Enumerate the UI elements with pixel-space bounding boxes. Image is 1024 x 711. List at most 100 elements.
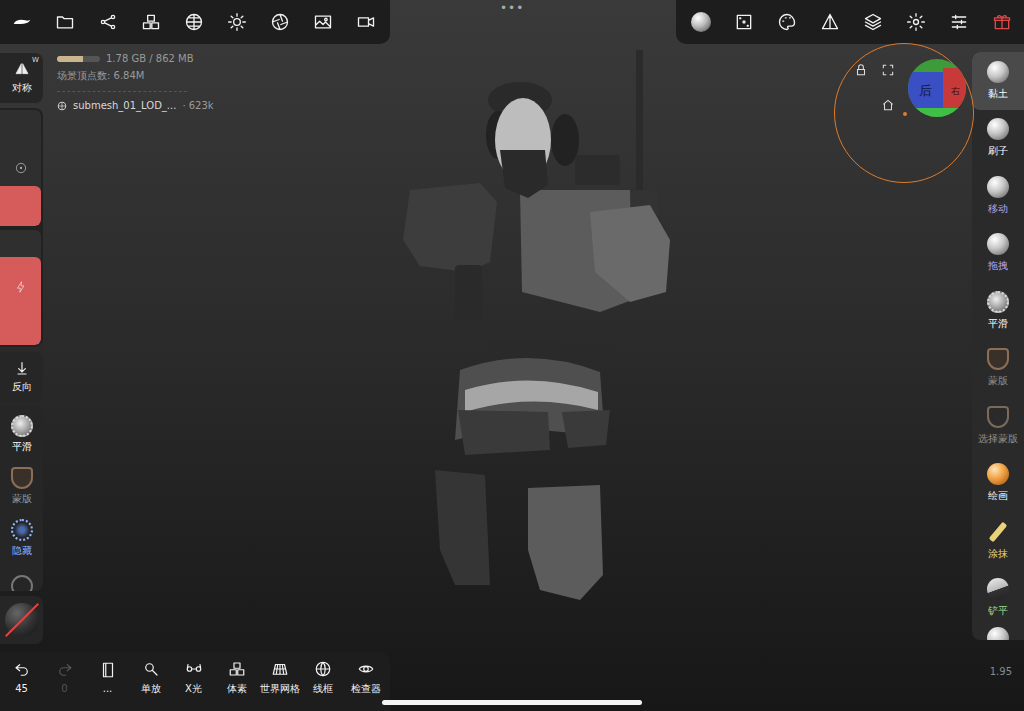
book-icon [99,661,117,679]
topology-icon [184,12,204,32]
symmetry-button[interactable]: 对称W [0,53,43,103]
image-button[interactable] [301,0,344,44]
gizmo-face-label: 后 [919,83,932,98]
inspector-button[interactable]: 检查器 [344,660,387,704]
magnifier-button[interactable]: 单放 [129,660,172,704]
folder-button[interactable] [43,0,86,44]
menu-dots[interactable]: ••• [500,1,524,15]
bottom-label: X光 [185,682,202,696]
glasses-button[interactable]: X光 [172,660,215,704]
nomad-sculpt-screen: •••1.78 GB / 862 MB场景顶点数: 6.84Msubmesh_0… [0,0,1024,711]
palette-button[interactable] [765,0,808,44]
tool-button[interactable]: 移动 [972,167,1024,225]
quick-tool-label: 蒙版 [12,492,32,506]
triangle-button[interactable] [808,0,851,44]
radius-slider[interactable] [0,110,41,226]
hidden-icon [11,519,33,541]
bottom-toolbar: 45 0... 单放 X光体素世界网格线框检查器 [0,652,390,711]
tool-button[interactable]: 拖拽 [972,225,1024,283]
undo-button[interactable]: 45 [0,661,43,702]
camera-aperture-icon [270,12,290,32]
material-sphere-icon [691,12,711,32]
orientation-cube[interactable]: 后右 [907,58,967,118]
radius-fill [0,186,41,225]
gear-button[interactable] [894,0,937,44]
layers-button[interactable] [851,0,894,44]
tool-button[interactable]: 平滑 [972,282,1024,340]
lock-icon[interactable] [854,63,868,77]
home-icon[interactable] [881,98,895,112]
material-toggle[interactable] [0,596,43,644]
voxel-button[interactable]: 体素 [215,660,258,704]
world-grid-icon [271,660,289,678]
tool-label: 选择蒙版 [978,432,1018,446]
scene-graph-icon [98,12,118,32]
voxel-icon [228,660,246,678]
half-icon [987,578,1009,600]
tool-label: 铲平 [988,604,1008,618]
memory-fill [57,56,83,62]
main-toolbar [0,0,390,44]
settings-toolbar [676,0,1024,44]
tool-label: 蒙版 [988,374,1008,388]
material-button[interactable] [679,0,722,44]
bottom-label: 世界网格 [260,682,300,696]
tool-button[interactable]: 黏土 [972,52,1024,110]
sliders-button[interactable] [937,0,980,44]
video-button[interactable] [344,0,387,44]
view-gizmo[interactable]: 后右 [834,43,974,183]
folder-icon [55,12,75,32]
quick-tool[interactable]: 蒙版 [11,467,33,513]
sphere-icon [987,233,1009,255]
home-indicator[interactable] [382,700,642,705]
book-button[interactable]: ... [86,661,129,702]
tool-button[interactable]: 绘画 [972,455,1024,513]
symmetry-badge: W [32,56,39,64]
sphere-icon[interactable] [987,627,1009,640]
mesh-row[interactable]: submesh_01_LOD_... · 623k [57,100,214,111]
wireframe-button[interactable]: 线框 [301,660,344,704]
dice-button[interactable] [722,0,765,44]
lightning-icon [14,280,28,294]
fullscreen-icon[interactable] [881,63,895,77]
tool-button[interactable]: 蒙版 [972,340,1024,398]
gift-button[interactable] [980,0,1023,44]
sphere-icon [987,118,1009,140]
tool-button[interactable]: 铲平 [972,570,1024,628]
camera-aperture-button[interactable] [258,0,301,44]
mesh-name: submesh_01_LOD_... [73,100,176,111]
inspector-icon [357,660,375,678]
wireframe-icon [314,660,332,678]
scene-graph-button[interactable] [86,0,129,44]
intensity-slider[interactable] [0,230,41,346]
logo-button[interactable] [0,0,43,44]
bottom-label: 45 [15,683,28,694]
mesh-icon [57,101,67,111]
quick-tool[interactable]: 隐藏 [11,519,33,565]
bottom-label: 0 [61,683,67,694]
gauge-icon[interactable] [11,575,33,591]
tools-icon [141,12,161,32]
tool-button[interactable]: 刷子 [972,110,1024,168]
video-icon [356,12,376,32]
topology-button[interactable] [172,0,215,44]
layers-icon [863,12,883,32]
world-grid-button[interactable]: 世界网格 [258,660,301,704]
quick-tool[interactable]: 平滑 [11,415,33,461]
tool-label: 移动 [988,202,1008,216]
tool-label: 平滑 [988,317,1008,331]
redo-button[interactable]: 0 [43,661,86,702]
sphere-icon [987,176,1009,198]
tool-label: 绘画 [988,489,1008,503]
tool-button[interactable]: 选择蒙版 [972,397,1024,455]
radius-icon [14,161,28,175]
sun-button[interactable] [215,0,258,44]
tools-button[interactable] [129,0,172,44]
bottom-label: ... [103,683,113,694]
tool-button[interactable]: 涂抹 [972,512,1024,570]
disabled-material-icon [5,603,39,637]
mesh-count: · 623k [182,100,213,111]
glasses-icon [185,660,203,678]
shield-icon [987,348,1009,370]
invert-button[interactable]: 反向 [0,352,43,402]
